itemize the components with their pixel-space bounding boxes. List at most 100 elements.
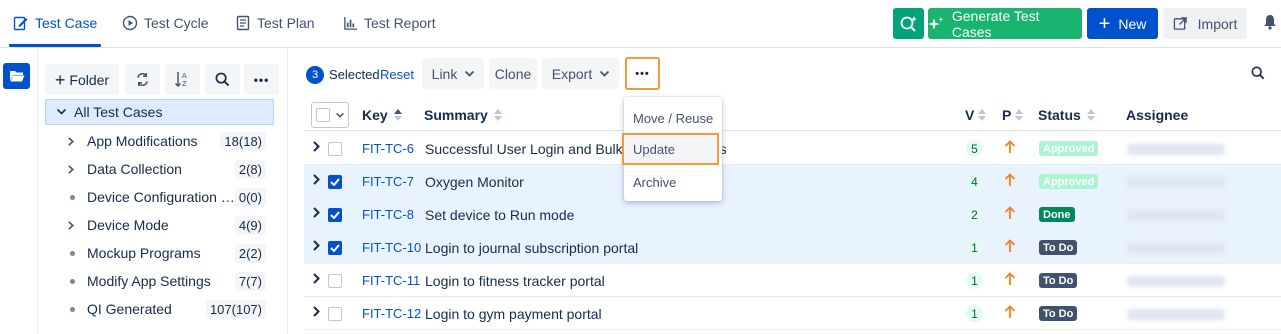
folder-panel: + Folder AZ ••• All Test Cases App Modif… xyxy=(38,49,288,334)
tree-root-label: All Test Cases xyxy=(74,104,163,120)
sort-icon xyxy=(1086,109,1095,121)
table-row[interactable]: FIT-TC-8 Set device to Run mode 2 Done xyxy=(304,198,1281,231)
folder-item[interactable]: Modify App Settings 7(7) xyxy=(68,269,266,293)
link-button[interactable]: Link xyxy=(422,58,484,89)
search-folder-button[interactable] xyxy=(205,64,240,95)
menu-item-update[interactable]: Update xyxy=(622,133,719,165)
chevron-right-icon[interactable] xyxy=(313,174,320,185)
row-key-link[interactable]: FIT-TC-6 xyxy=(362,141,414,156)
more-actions-button[interactable]: ••• xyxy=(625,57,660,90)
refresh-button[interactable] xyxy=(125,64,160,95)
ai-search-icon xyxy=(900,15,917,32)
assignee-avatar-blurred xyxy=(1127,309,1225,320)
column-assignee[interactable]: Assignee xyxy=(1126,107,1188,123)
status-badge: Approved xyxy=(1039,141,1099,156)
row-key-link[interactable]: FIT-TC-11 xyxy=(362,273,420,288)
export-button[interactable]: Export xyxy=(542,58,619,89)
tab-test-plan[interactable]: Test Plan xyxy=(235,0,315,46)
chevron-right-icon[interactable] xyxy=(313,141,320,152)
row-checkbox[interactable] xyxy=(328,274,342,288)
column-summary-label: Summary xyxy=(424,107,488,123)
add-folder-button[interactable]: + Folder xyxy=(45,64,119,95)
column-key[interactable]: Key xyxy=(362,107,402,123)
priority-high-icon xyxy=(1004,173,1016,186)
folder-item[interactable]: Data Collection 2(8) xyxy=(68,157,266,181)
chevron-right-icon[interactable] xyxy=(313,240,320,251)
row-checkbox-wrap xyxy=(328,307,342,321)
sort-icon xyxy=(493,109,502,121)
table-header: Key Summary V P Status Assignee xyxy=(304,99,1281,131)
row-checkbox[interactable] xyxy=(328,241,342,255)
column-priority[interactable]: P xyxy=(1002,107,1024,123)
row-key-link[interactable]: FIT-TC-12 xyxy=(362,306,421,321)
svg-text:Z: Z xyxy=(182,80,187,88)
search-icon[interactable] xyxy=(1251,66,1265,80)
folder-view-button[interactable] xyxy=(3,63,30,89)
folder-item-count: 107(107) xyxy=(205,299,266,319)
generate-test-cases-button[interactable]: Generate Test Cases xyxy=(928,8,1082,40)
chevron-right-icon[interactable] xyxy=(313,207,320,218)
chevron-right-icon[interactable] xyxy=(313,273,320,284)
row-summary[interactable]: Set device to Run mode xyxy=(425,207,574,223)
table-row[interactable]: FIT-TC-7 Oxygen Monitor 4 Approved xyxy=(304,165,1281,198)
row-checkbox[interactable] xyxy=(328,142,342,156)
chevron-down-icon xyxy=(465,70,475,77)
select-all-dropdown[interactable] xyxy=(311,102,349,128)
priority-high-icon xyxy=(1004,272,1016,285)
export-label: Export xyxy=(551,65,593,82)
row-checkbox[interactable] xyxy=(328,208,342,222)
import-button[interactable]: Import xyxy=(1163,8,1247,39)
row-summary[interactable]: Login to journal subscription portal xyxy=(425,240,638,256)
column-version[interactable]: V xyxy=(965,107,987,123)
play-circle-icon xyxy=(122,15,138,31)
tree-root-all-test-cases[interactable]: All Test Cases xyxy=(45,99,274,125)
qi-search-button[interactable] xyxy=(893,8,924,39)
folder-item-label: Data Collection xyxy=(87,161,182,177)
link-label: Link xyxy=(431,65,458,82)
row-summary-text: Set device to Run mode xyxy=(425,207,575,223)
table-row[interactable]: FIT-TC-12 Login to gym payment portal 1 To … xyxy=(304,297,1281,330)
row-summary[interactable]: Successful User Login and Bulk Imrs xyxy=(425,141,727,157)
new-button[interactable]: + New xyxy=(1087,8,1158,39)
version-badge: 1 xyxy=(966,239,983,256)
sort-button[interactable]: AZ xyxy=(165,64,200,95)
bell-icon[interactable] xyxy=(1263,14,1277,30)
priority-high-icon xyxy=(1004,305,1016,318)
top-navigation: Test Case Test Cycle Test Plan Test Repo… xyxy=(0,0,1281,48)
row-summary[interactable]: Login to fitness tracker portal xyxy=(425,273,605,289)
row-checkbox[interactable] xyxy=(328,175,342,189)
tab-test-case[interactable]: Test Case xyxy=(8,0,102,47)
sort-az-icon: AZ xyxy=(175,72,187,88)
version-badge: 2 xyxy=(966,206,983,223)
folder-item[interactable]: App Modifications 18(18) xyxy=(68,129,266,153)
folder-item[interactable]: QI Generated 107(107) xyxy=(68,297,266,321)
menu-item-archive[interactable]: Archive xyxy=(624,166,722,198)
row-summary[interactable]: Oxygen Monitor xyxy=(425,174,524,190)
column-priority-label: P xyxy=(1002,107,1012,123)
table-row[interactable]: FIT-TC-6 Successful User Login and Bulk I… xyxy=(304,132,1281,165)
folder-item[interactable]: Mockup Programs 2(2) xyxy=(68,241,266,265)
chevron-right-icon xyxy=(68,136,84,146)
column-status[interactable]: Status xyxy=(1038,107,1095,123)
selected-count-badge: 3 xyxy=(306,66,324,84)
column-summary[interactable]: Summary xyxy=(424,107,502,123)
table-row[interactable]: FIT-TC-10 Login to journal subscription p… xyxy=(304,231,1281,264)
reset-link[interactable]: Reset xyxy=(380,67,414,82)
folder-item[interactable]: Device Configuration fo... 0(0) xyxy=(68,185,266,209)
table-row[interactable]: FIT-TC-11 Login to fitness tracker portal… xyxy=(304,264,1281,297)
folder-item-count: 18(18) xyxy=(220,131,266,151)
folder-more-button[interactable]: ••• xyxy=(244,64,279,95)
row-key-link[interactable]: FIT-TC-8 xyxy=(362,207,414,222)
folder-item[interactable]: Device Mode 4(9) xyxy=(68,213,266,237)
row-key-link[interactable]: FIT-TC-7 xyxy=(362,174,414,189)
clone-button[interactable]: Clone xyxy=(489,58,537,89)
menu-item-move-reuse[interactable]: Move / Reuse xyxy=(624,102,722,134)
row-checkbox[interactable] xyxy=(328,307,342,321)
row-key-link[interactable]: FIT-TC-10 xyxy=(362,240,421,255)
column-assignee-label: Assignee xyxy=(1126,107,1189,123)
chevron-right-icon[interactable] xyxy=(313,306,320,317)
row-summary[interactable]: Login to gym payment portal xyxy=(425,306,602,322)
tab-test-report[interactable]: Test Report xyxy=(343,0,436,46)
select-all-checkbox[interactable] xyxy=(316,108,330,122)
tab-test-cycle[interactable]: Test Cycle xyxy=(122,0,209,46)
